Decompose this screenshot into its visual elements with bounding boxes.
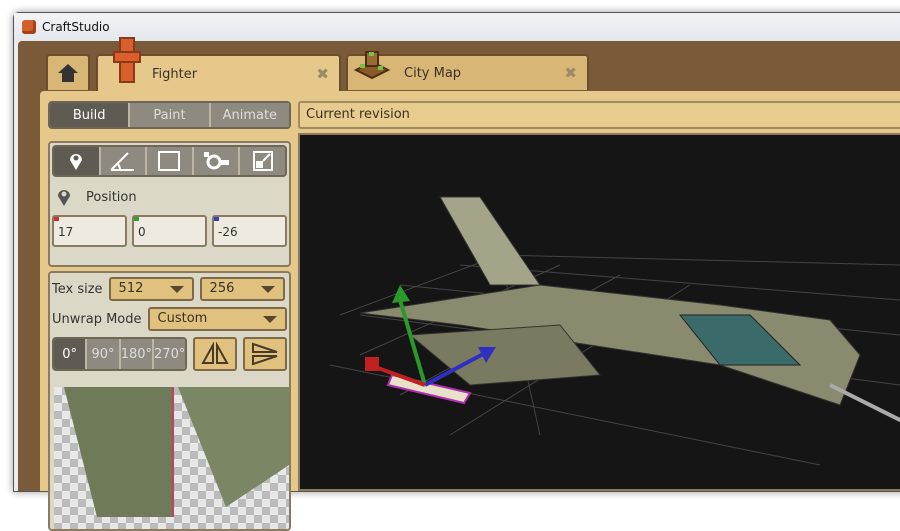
- tab-city-map[interactable]: City Map ✖: [346, 51, 589, 90]
- tex-size-row: Tex size 512 256: [50, 273, 289, 305]
- tex-size-label: Tex size: [52, 281, 103, 297]
- editor-body: Build Paint Animate Position 17 0 -26 Te…: [40, 91, 900, 531]
- scale-icon: [252, 151, 273, 171]
- rotation-buttons: 0° 90° 180° 270°: [52, 337, 188, 371]
- tab-build[interactable]: Build: [50, 103, 131, 127]
- tab-label: Fighter: [152, 66, 198, 82]
- craftstudio-logo-icon: [22, 20, 36, 34]
- fighter-model-render: [329, 196, 900, 466]
- size-tool[interactable]: [147, 147, 194, 175]
- revision-select[interactable]: Current revision: [298, 101, 900, 129]
- model-icon: [113, 37, 141, 83]
- transform-tools: [52, 145, 287, 177]
- pivot-icon: [204, 152, 230, 170]
- uv-panel: Tex size 512 256 Unwrap Mode Custom 0° 9…: [48, 271, 291, 531]
- position-x-input[interactable]: 17: [52, 215, 127, 247]
- position-label: Position: [86, 189, 137, 205]
- rotate-0-button[interactable]: 0°: [54, 339, 88, 369]
- mode-tabs: Build Paint Animate: [48, 101, 291, 129]
- position-z-input[interactable]: -26: [212, 215, 287, 247]
- position-heading: Position: [50, 179, 289, 215]
- rotation-tool[interactable]: [100, 147, 148, 175]
- transform-panel: Position 17 0 -26: [48, 141, 291, 267]
- flip-horizontal-icon: [201, 342, 229, 364]
- scale-tool[interactable]: [240, 147, 285, 175]
- 3d-viewport[interactable]: [298, 133, 900, 491]
- unwrap-label: Unwrap Mode: [52, 311, 142, 327]
- unwrap-mode-select[interactable]: Custom: [147, 307, 287, 331]
- home-icon: [58, 64, 78, 82]
- uv-tools-row: 0° 90° 180° 270°: [50, 333, 289, 375]
- angle-icon: [110, 152, 134, 171]
- uv-texture-preview[interactable]: [54, 387, 289, 529]
- rotate-270-button[interactable]: 270°: [154, 339, 186, 369]
- rotate-180-button[interactable]: 180°: [120, 339, 155, 369]
- home-tab[interactable]: [46, 54, 90, 90]
- tab-paint[interactable]: Paint: [130, 103, 211, 127]
- editor-frame: Fighter ✖ City Map ✖ Build Paint Animate…: [18, 37, 900, 531]
- flip-vertical-button[interactable]: [243, 337, 287, 371]
- tab-label: City Map: [404, 65, 462, 81]
- tab-animate[interactable]: Animate: [210, 103, 289, 127]
- close-tab-icon[interactable]: ✖: [316, 65, 329, 83]
- tab-fighter[interactable]: Fighter ✖: [96, 37, 341, 92]
- tex-width-select[interactable]: 512: [108, 277, 194, 301]
- rotate-90-button[interactable]: 90°: [87, 339, 121, 369]
- unwrap-row: Unwrap Mode Custom: [50, 305, 289, 333]
- window-title: CraftStudio: [42, 20, 110, 34]
- flip-vertical-icon: [252, 342, 278, 366]
- pin-icon: [58, 190, 70, 206]
- map-icon: [353, 51, 391, 80]
- box-icon: [158, 151, 181, 171]
- tex-height-select[interactable]: 256: [199, 277, 285, 301]
- position-y-input[interactable]: 0: [132, 215, 207, 247]
- position-fields: 17 0 -26: [50, 215, 289, 247]
- close-tab-icon[interactable]: ✖: [564, 64, 577, 82]
- app-window: CraftStudio Fighter ✖ City Map ✖ Build P…: [13, 12, 900, 531]
- pin-icon: [70, 154, 83, 170]
- pivot-tool[interactable]: [193, 147, 241, 175]
- flip-horizontal-button[interactable]: [193, 337, 238, 371]
- position-tool[interactable]: [54, 147, 101, 175]
